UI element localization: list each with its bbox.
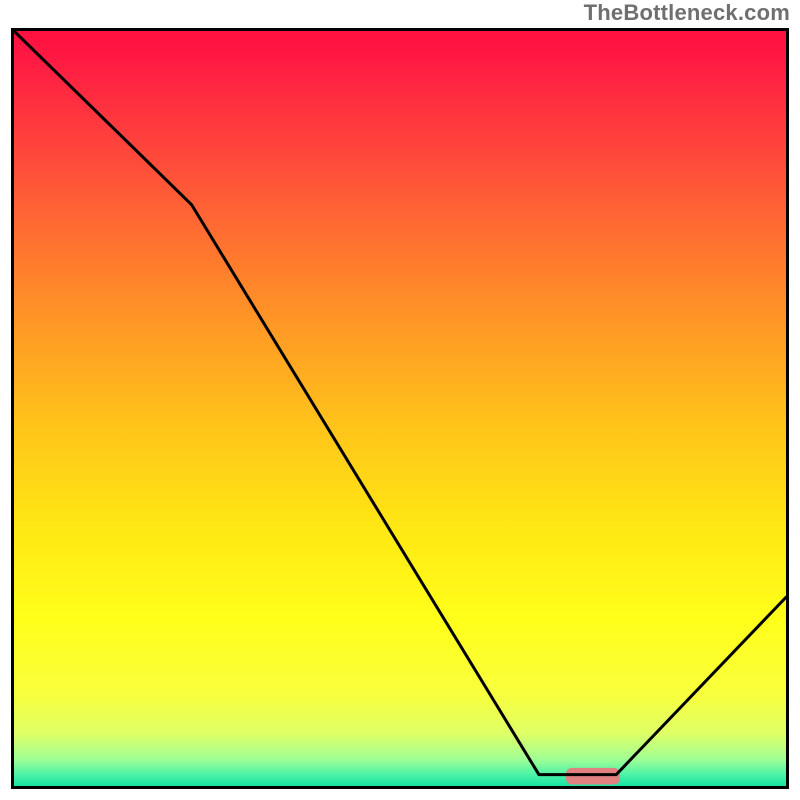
chart-svg (14, 31, 786, 786)
highlight-marker (566, 768, 620, 785)
watermark-text: TheBottleneck.com (584, 0, 790, 26)
plot-frame (11, 28, 789, 789)
